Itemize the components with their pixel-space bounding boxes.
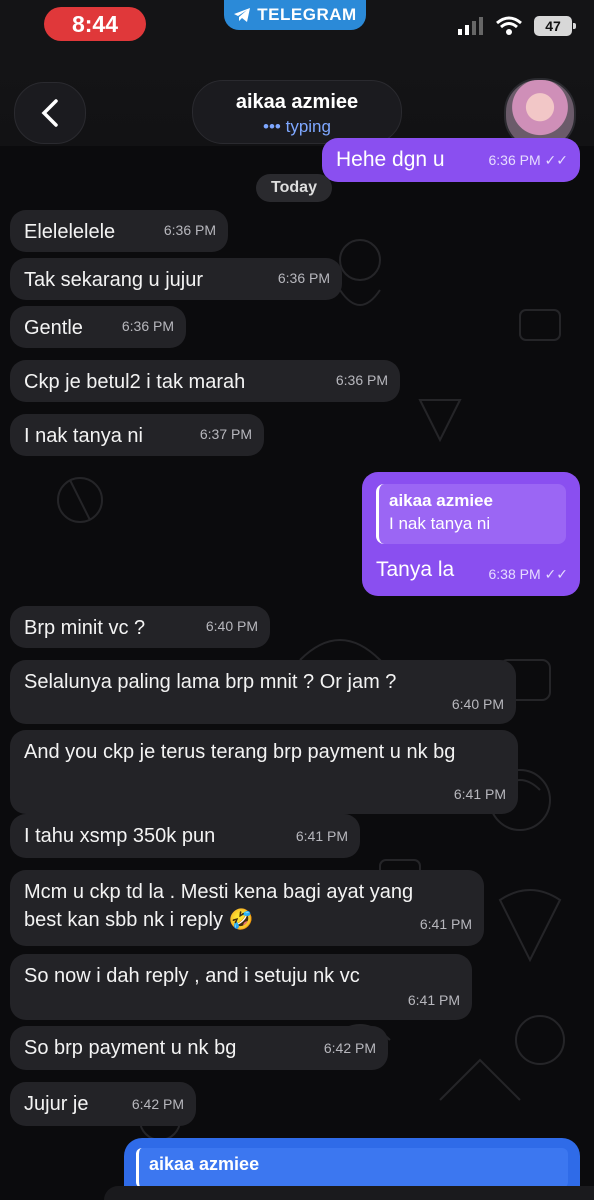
message-time: 6:40 PM <box>451 696 504 712</box>
message-text: Gentle <box>24 317 83 339</box>
message-incoming[interactable]: Brp minit vc ? 6:40 PM <box>10 606 270 648</box>
message-text: Mcm u ckp td la . Mesti kena bagi ayat y… <box>24 881 414 931</box>
message-time: 6:36 PM ✓✓ <box>488 152 569 168</box>
message-time: 6:42 PM <box>131 1096 184 1112</box>
message-outgoing[interactable]: Hehe dgn u 6:36 PM ✓✓ <box>322 138 580 182</box>
message-time: 6:41 PM <box>295 828 348 844</box>
telegram-indicator[interactable]: TELEGRAM <box>224 0 366 30</box>
telegram-icon <box>234 8 251 22</box>
message-time: 6:42 PM <box>323 1040 376 1056</box>
telegram-label: TELEGRAM <box>257 5 357 24</box>
message-text: Ckp je betul2 i tak marah <box>24 371 246 393</box>
reply-quote[interactable]: aikaa azmiee I nak tanya ni <box>376 484 566 544</box>
message-time: 6:36 PM <box>163 222 216 238</box>
chevron-left-icon <box>41 99 58 127</box>
message-incoming[interactable]: So brp payment u nk bg 6:42 PM <box>10 1026 388 1070</box>
typing-status: ••• typing <box>263 117 331 136</box>
message-time: 6:37 PM <box>199 426 252 442</box>
compose-reply-author: aikaa azmiee <box>136 1148 568 1188</box>
message-input[interactable] <box>104 1186 594 1200</box>
date-separator: Today <box>256 174 332 202</box>
chat-title[interactable]: aikaa azmiee ••• typing <box>192 80 402 144</box>
message-time: 6:36 PM <box>335 372 388 388</box>
message-text: And you ckp je terus terang brp payment … <box>24 741 456 763</box>
message-time: 6:40 PM <box>205 618 258 634</box>
status-time: 8:44 <box>44 7 146 41</box>
message-text: Selalunya paling lama brp mnit ? Or jam … <box>24 671 397 693</box>
back-button[interactable] <box>14 82 86 144</box>
message-incoming[interactable]: Tak sekarang u jujur 6:36 PM <box>10 258 342 300</box>
message-list: Hehe dgn u 6:36 PM ✓✓ Today Elelelelele … <box>0 138 594 1200</box>
message-incoming[interactable]: Elelelelele 6:36 PM <box>10 210 228 252</box>
message-time: 6:36 PM <box>121 318 174 334</box>
message-incoming[interactable]: I tahu xsmp 350k pun 6:41 PM <box>10 814 360 858</box>
battery-level: 47 <box>545 18 561 34</box>
message-text: Tak sekarang u jujur <box>24 269 203 291</box>
message-incoming[interactable]: So now i dah reply , and i setuju nk vc … <box>10 954 472 1020</box>
message-outgoing-reply[interactable]: aikaa azmiee I nak tanya ni Tanya la 6:3… <box>362 472 580 596</box>
message-text: Hehe dgn u <box>336 148 445 171</box>
message-incoming[interactable]: I nak tanya ni 6:37 PM <box>10 414 264 456</box>
message-text: I tahu xsmp 350k pun <box>24 825 216 847</box>
message-time: 6:41 PM <box>453 786 506 802</box>
message-time: 6:41 PM <box>407 992 460 1008</box>
message-incoming[interactable]: Jujur je 6:42 PM <box>10 1082 196 1126</box>
battery-icon: 47 <box>534 16 576 36</box>
message-time: 6:38 PM ✓✓ <box>488 566 569 582</box>
message-time: 6:41 PM <box>419 916 472 932</box>
message-text: So now i dah reply , and i setuju nk vc <box>24 965 360 987</box>
status-bar: 8:44 TELEGRAM 47 <box>0 0 594 58</box>
message-text: Jujur je <box>24 1093 89 1115</box>
signal-icon <box>458 17 483 35</box>
message-incoming[interactable]: Selalunya paling lama brp mnit ? Or jam … <box>10 660 516 724</box>
status-icons: 47 <box>458 16 576 36</box>
message-text: I nak tanya ni <box>24 425 143 447</box>
chat-header: aikaa azmiee ••• typing <box>0 58 594 150</box>
message-incoming[interactable]: Gentle 6:36 PM <box>10 306 186 348</box>
message-incoming[interactable]: Ckp je betul2 i tak marah 6:36 PM <box>10 360 400 402</box>
message-text: Brp minit vc ? <box>24 617 146 639</box>
message-text: So brp payment u nk bg <box>24 1037 237 1059</box>
wifi-icon <box>496 16 522 35</box>
message-text: Tanya la <box>376 558 455 581</box>
message-time: 6:36 PM <box>277 270 330 286</box>
message-incoming[interactable]: Mcm u ckp td la . Mesti kena bagi ayat y… <box>10 870 484 946</box>
reply-author: aikaa azmiee <box>389 491 493 510</box>
message-incoming[interactable]: And you ckp je terus terang brp payment … <box>10 730 518 814</box>
reply-text: I nak tanya ni <box>389 514 491 533</box>
message-text: Elelelelele <box>24 221 116 243</box>
chat-name: aikaa azmiee <box>235 91 359 113</box>
